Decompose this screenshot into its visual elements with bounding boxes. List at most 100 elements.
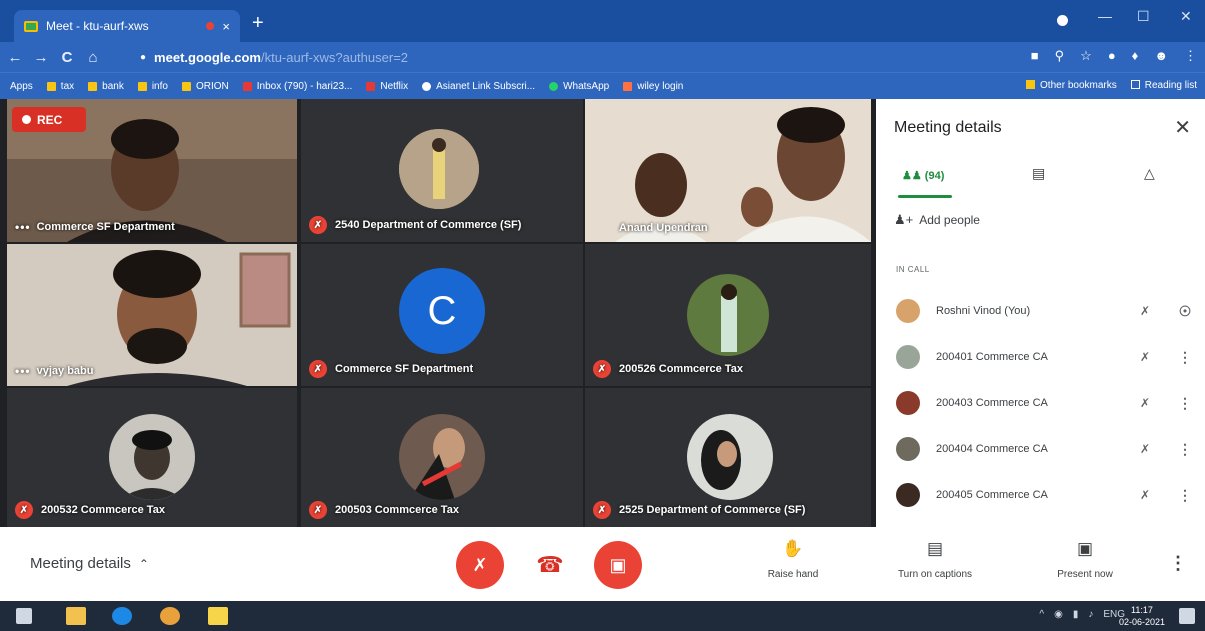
address-bar[interactable]: ● meet.google.com /ktu-aurf-xws?authuser… bbox=[140, 46, 970, 68]
meeting-details-toggle[interactable]: Meeting details ⌃ bbox=[30, 555, 149, 572]
participant-name: 200401 Commerce CA bbox=[936, 351, 1048, 363]
more-vert-icon[interactable]: ⋮ bbox=[1165, 395, 1205, 412]
volume-icon[interactable]: ♪ bbox=[1088, 609, 1093, 620]
home-button[interactable]: ⌂ bbox=[82, 49, 104, 66]
network-icon[interactable]: ◉ bbox=[1054, 609, 1063, 620]
system-clock[interactable]: 11:17 02-06-2021 bbox=[1119, 604, 1165, 628]
participant-name-tag: ✗ 200532 Commcerce Tax bbox=[15, 501, 165, 519]
bookmark-apps[interactable]: Apps bbox=[5, 81, 33, 181]
bookmark-whatsapp[interactable]: WhatsApp bbox=[549, 81, 609, 92]
participant-row[interactable]: 200405 Commerce CA ✗ ⋮ bbox=[876, 473, 1205, 517]
bookmark-netflix[interactable]: Netflix bbox=[366, 81, 408, 92]
whatsapp-icon bbox=[549, 81, 559, 91]
notification-center-icon[interactable] bbox=[1179, 608, 1195, 624]
participant-row[interactable]: 200403 Commerce CA ✗ ⋮ bbox=[876, 381, 1205, 425]
bookmark-bank[interactable]: bank bbox=[88, 81, 124, 92]
back-button[interactable]: ← bbox=[4, 49, 26, 66]
video-tile[interactable]: ••• vyjay babu bbox=[7, 244, 297, 386]
windows-taskbar: ^ ◉ ▮ ♪ ENG 11:17 02-06-2021 bbox=[0, 601, 1205, 631]
more-vert-icon[interactable]: ⋮ bbox=[1165, 349, 1205, 366]
maximize-button[interactable]: ☐ bbox=[1137, 8, 1150, 25]
more-options-icon[interactable]: ••• bbox=[15, 220, 31, 234]
meet-favicon-icon bbox=[24, 20, 38, 32]
participant-row[interactable]: 200401 Commerce CA ✗ ⋮ bbox=[876, 335, 1205, 379]
close-panel-button[interactable]: ✕ bbox=[1174, 115, 1191, 140]
captions-icon: ▤ bbox=[926, 539, 944, 558]
other-bookmarks-link[interactable]: Other bookmarks bbox=[1026, 80, 1117, 91]
participant-name-tag: ✗ 200503 Commcerce Tax bbox=[309, 501, 459, 519]
bookmark-star-icon[interactable]: ☆ bbox=[1080, 48, 1092, 64]
panel-title: Meeting details bbox=[894, 119, 1002, 136]
captions-button[interactable]: ▤ Turn on captions bbox=[880, 539, 990, 580]
tab-close-icon[interactable]: × bbox=[222, 19, 230, 34]
profile-avatar-icon[interactable]: ☻ bbox=[1154, 48, 1168, 64]
mic-off-icon: ✗ bbox=[1139, 350, 1151, 364]
participant-row[interactable]: Roshni Vinod (You) ✗ ☉ bbox=[876, 289, 1205, 333]
bookmark-wiley[interactable]: wiley login bbox=[623, 81, 683, 92]
puzzle-icon[interactable]: ♦ bbox=[1132, 48, 1139, 64]
video-tile[interactable]: ✗ 200503 Commcerce Tax bbox=[301, 388, 583, 527]
add-people-button[interactable]: ♟+ Add people bbox=[894, 212, 980, 228]
bookmark-orion[interactable]: ORION bbox=[181, 81, 229, 92]
tray-chevron-icon[interactable]: ^ bbox=[1039, 609, 1044, 620]
participant-row[interactable]: 200404 Commerce CA ✗ ⋮ bbox=[876, 427, 1205, 471]
bookmark-asianet[interactable]: Asianet Link Subscri... bbox=[422, 81, 535, 92]
pin-icon[interactable]: ☉ bbox=[1165, 303, 1205, 320]
video-tile[interactable]: ✗ 2525 Department of Commerce (SF) bbox=[585, 388, 871, 527]
system-tray: ^ ◉ ▮ ♪ ENG bbox=[1039, 609, 1125, 620]
participant-name-tag: ••• Commerce SF Department bbox=[15, 220, 175, 234]
participant-avatar bbox=[687, 414, 773, 500]
camera-toggle-button[interactable]: ▣ bbox=[594, 541, 642, 589]
video-tile[interactable]: C ✗ Commerce SF Department bbox=[301, 244, 583, 386]
video-tile[interactable]: ✗ 200532 Commcerce Tax bbox=[7, 388, 297, 527]
participant-name: 200404 Commerce CA bbox=[936, 443, 1048, 455]
present-now-button[interactable]: ▣ Present now bbox=[1030, 539, 1140, 580]
tab-chat[interactable]: ▤ bbox=[1032, 165, 1045, 182]
minimize-button[interactable]: — bbox=[1098, 8, 1112, 24]
file-explorer-icon[interactable] bbox=[66, 607, 86, 625]
participant-avatar bbox=[896, 437, 920, 461]
chrome-browser-icon[interactable] bbox=[160, 607, 180, 625]
tab-people[interactable]: ♟♟ (94) bbox=[902, 169, 944, 182]
leave-call-button[interactable]: ☎ bbox=[526, 541, 574, 589]
mic-toggle-button[interactable]: ✗ bbox=[456, 541, 504, 589]
new-tab-button[interactable]: + bbox=[252, 13, 264, 33]
mic-off-icon: ✗ bbox=[1139, 442, 1151, 456]
forward-button[interactable]: → bbox=[30, 49, 52, 66]
mic-off-icon: ✗ bbox=[309, 360, 327, 378]
edge-browser-icon[interactable] bbox=[112, 607, 132, 625]
video-tile[interactable]: ✗ 200526 Commcerce Tax bbox=[585, 244, 871, 386]
sticky-notes-icon[interactable] bbox=[208, 607, 228, 625]
chrome-profile-icon[interactable] bbox=[1057, 15, 1068, 26]
battery-icon[interactable]: ▮ bbox=[1073, 609, 1079, 620]
bookmark-tax[interactable]: tax bbox=[46, 81, 74, 92]
more-vert-icon[interactable]: ⋮ bbox=[1165, 441, 1205, 458]
participant-avatar bbox=[896, 299, 920, 323]
more-vert-icon: ⋮ bbox=[1169, 553, 1187, 573]
key-icon[interactable]: ⚲ bbox=[1055, 48, 1065, 64]
more-options-icon[interactable]: ••• bbox=[15, 364, 31, 378]
bookmark-gmail[interactable]: Inbox (790) - hari23... bbox=[242, 81, 352, 92]
mic-off-icon: ✗ bbox=[1139, 488, 1151, 502]
toolbar-extensions: ■ ⚲ ☆ ● ♦ ☻ ⋮ bbox=[1031, 48, 1197, 64]
more-options-button[interactable]: ⋮ bbox=[1169, 553, 1187, 574]
mic-off-icon: ✗ bbox=[309, 501, 327, 519]
video-tile[interactable]: ✗ 2540 Department of Commerce (SF) bbox=[301, 99, 583, 242]
tab-activities[interactable]: △ bbox=[1144, 165, 1155, 182]
windows-start-icon[interactable] bbox=[16, 608, 32, 624]
camera-indicator-icon[interactable]: ■ bbox=[1031, 48, 1039, 64]
raise-hand-button[interactable]: ✋ Raise hand bbox=[738, 539, 848, 580]
close-window-button[interactable]: ✕ bbox=[1180, 8, 1192, 25]
participant-name-tag: Anand Upendran bbox=[619, 222, 708, 234]
chrome-menu-icon[interactable]: ⋮ bbox=[1184, 48, 1197, 64]
reading-list-link[interactable]: Reading list bbox=[1130, 80, 1197, 91]
video-tile[interactable]: Anand Upendran bbox=[585, 99, 871, 242]
extension-icon[interactable]: ● bbox=[1108, 48, 1116, 64]
reload-button[interactable]: C bbox=[56, 49, 78, 66]
browser-toolbar: ← → C ⌂ ● meet.google.com /ktu-aurf-xws?… bbox=[0, 42, 1205, 72]
browser-tab-meet[interactable]: Meet - ktu-aurf-xws × bbox=[14, 10, 240, 42]
meeting-controls-bar: Meeting details ⌃ ✗ ☎ ▣ ✋ Raise hand ▤ Tu… bbox=[0, 527, 1205, 601]
in-call-heading: IN CALL bbox=[896, 265, 930, 274]
bookmark-info[interactable]: info bbox=[137, 81, 168, 92]
more-vert-icon[interactable]: ⋮ bbox=[1165, 487, 1205, 504]
